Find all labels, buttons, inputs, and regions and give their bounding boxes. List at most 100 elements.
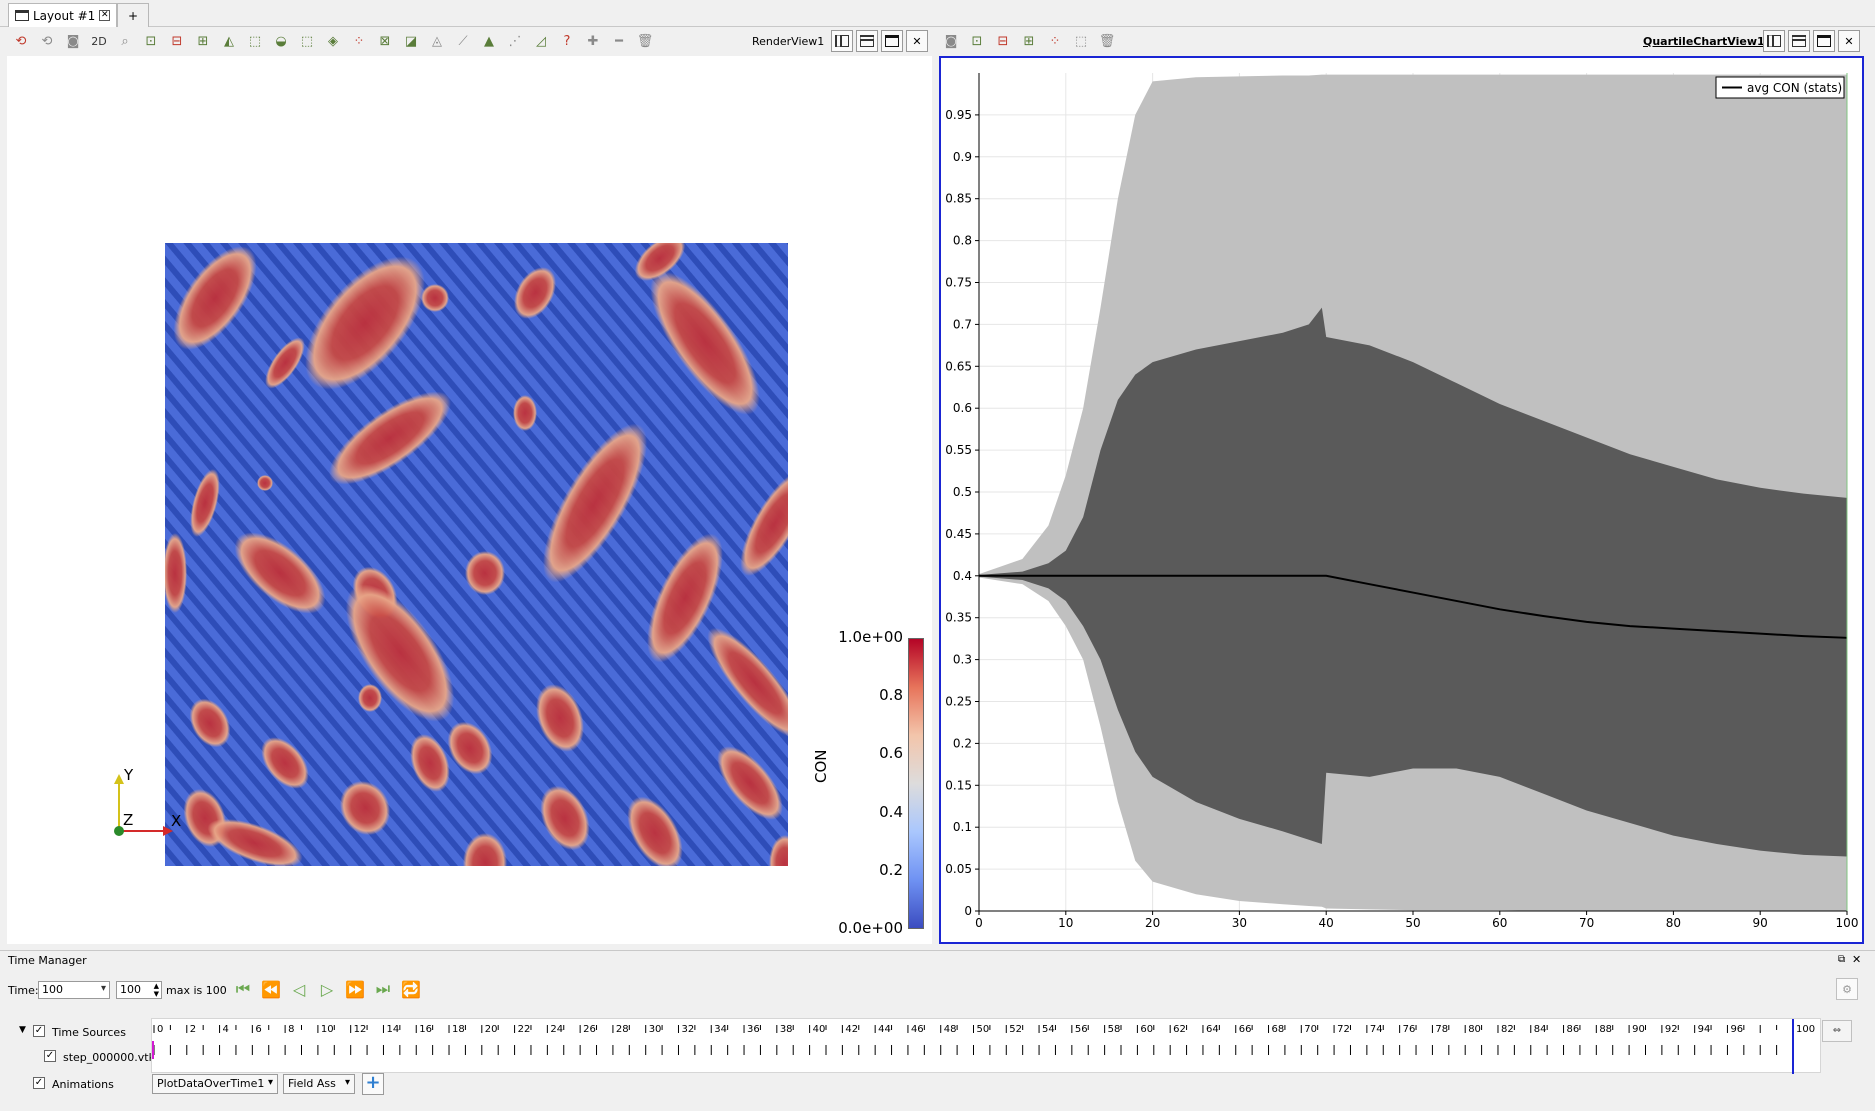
interactive-select-points-icon[interactable]: ⁘: [348, 30, 370, 52]
timeline-tick-label: 60: [1140, 1024, 1153, 1035]
render-view[interactable]: Y Z X CON 1.0e+00 0.8 0.6 0.4 0.2 0.0e+0…: [7, 56, 932, 944]
play-icon[interactable]: ▷: [314, 978, 340, 1000]
chart-select-polygon-icon[interactable]: ⁘: [1044, 30, 1066, 52]
add-selection-icon[interactable]: ✚: [582, 30, 604, 52]
subtract-selection-icon[interactable]: ━: [608, 30, 630, 52]
select-blocks-icon[interactable]: ⬚: [296, 30, 318, 52]
timeline-tick-label: 86: [1567, 1024, 1580, 1035]
select-points-frustum-icon[interactable]: ◭: [218, 30, 240, 52]
timeline-tick-label: 76: [1403, 1024, 1416, 1035]
chart-maximize-view-button[interactable]: [1813, 30, 1835, 52]
extract-selection-icon[interactable]: ▲: [478, 30, 500, 52]
time-sources-label: Time Sources: [52, 1026, 126, 1039]
chart-clear-selection-icon[interactable]: 🗑: [1096, 30, 1118, 52]
interactive-select-cells-icon[interactable]: ◈: [322, 30, 344, 52]
chart-select-add-icon[interactable]: ⊞: [1018, 30, 1040, 52]
select-polygon-points-icon[interactable]: ◒: [270, 30, 292, 52]
timeline-tick-label: 42: [845, 1024, 858, 1035]
next-frame-icon[interactable]: ⏩: [342, 978, 368, 1000]
add-layout-tab-button[interactable]: +: [117, 3, 150, 27]
reverse-play-icon[interactable]: ◁: [286, 978, 312, 1000]
close-panel-icon[interactable]: ✕: [1852, 953, 1861, 966]
capture-screenshot-icon[interactable]: ◙: [62, 30, 84, 52]
add-animation-track-button[interactable]: +: [362, 1073, 384, 1095]
timeline-tick-label: 4: [223, 1024, 229, 1035]
chart-split-vertical-button[interactable]: [1788, 30, 1810, 52]
concentration-field-image[interactable]: [165, 243, 788, 866]
close-view-button[interactable]: ✕: [906, 30, 928, 52]
y-tick-label: 0.5: [953, 485, 972, 499]
chart-screenshot-icon[interactable]: ◙: [940, 30, 962, 52]
grow-selection-icon[interactable]: ◬: [426, 30, 448, 52]
quartile-chart-view[interactable]: 0 10 20 30 40 50 60 70 80 90 100 0 0.05 0.1 0.15 0.2 0.2…: [939, 56, 1864, 944]
float-panel-icon[interactable]: ⧉: [1838, 954, 1845, 965]
x-tick-label: 20: [1145, 916, 1160, 930]
collapse-time-sources-icon[interactable]: ▼: [19, 1025, 26, 1035]
concentration-blob: [421, 284, 449, 312]
time-step-spinbox[interactable]: 100 ▲ ▼: [116, 981, 162, 999]
concentration-blob: [358, 684, 382, 712]
time-sources-checkbox[interactable]: ✓: [33, 1025, 45, 1037]
layout-tab[interactable]: Layout #1 ✕: [8, 3, 118, 27]
y-tick-label: 0.3: [953, 653, 972, 667]
chart-close-view-button[interactable]: ✕: [1838, 30, 1860, 52]
select-polygon-cells-icon[interactable]: ⬚: [244, 30, 266, 52]
zoom-to-box-icon[interactable]: ⌕: [114, 30, 136, 52]
timeline-tick-label: 26: [583, 1024, 596, 1035]
query-selection-icon[interactable]: ?: [556, 30, 578, 52]
hover-points-icon[interactable]: ⊠: [374, 30, 396, 52]
reset-camera-icon[interactable]: ⟲: [10, 30, 32, 52]
colorbar-ticks: 1.0e+00 0.8 0.6 0.4 0.2 0.0e+00: [827, 628, 927, 937]
chart-select-icon[interactable]: ⊡: [966, 30, 988, 52]
timeline-tick-label: 82: [1501, 1024, 1514, 1035]
source-file-checkbox[interactable]: ✓: [44, 1050, 56, 1062]
timeline-tick-label: 8: [288, 1024, 294, 1035]
loop-icon[interactable]: 🔁: [398, 978, 424, 1000]
close-tab-icon[interactable]: ✕: [99, 10, 111, 21]
animation-source-dropdown[interactable]: PlotDataOverTime1: [152, 1074, 278, 1094]
reset-camera-closest-icon[interactable]: ⟲: [36, 30, 58, 52]
plot-selection-icon[interactable]: ⋰: [504, 30, 526, 52]
x-tick-label: 90: [1753, 916, 1768, 930]
last-frame-icon[interactable]: ⏭: [370, 978, 396, 1000]
chart-view-title: QuartileChartView1: [1643, 35, 1765, 48]
find-data-icon[interactable]: ◿: [530, 30, 552, 52]
colorbar-tick-label: 0.6: [879, 744, 903, 762]
chart-select-toggle-icon[interactable]: ⬚: [1070, 30, 1092, 52]
y-tick-label: 0.8: [953, 234, 972, 248]
timeline-tick-label: 48: [944, 1024, 957, 1035]
settings-gear-icon[interactable]: ⚙: [1836, 978, 1858, 1000]
timeline-lock-icon[interactable]: ⇔: [1822, 1020, 1852, 1042]
animations-checkbox[interactable]: ✓: [33, 1077, 45, 1089]
clear-selection-icon[interactable]: 🗑: [634, 30, 656, 52]
x-tick-label: 70: [1579, 916, 1594, 930]
select-cells-on-icon[interactable]: ⊡: [140, 30, 162, 52]
select-points-on-icon[interactable]: ⊟: [166, 30, 188, 52]
y-tick-label: 0.2: [953, 736, 972, 750]
chart-select-subtract-icon[interactable]: ⊟: [992, 30, 1014, 52]
maximize-view-button[interactable]: [881, 30, 903, 52]
max-time-text: max is 100: [166, 984, 227, 997]
timeline-track[interactable]: 0 2 4 6 8 10 12 14 16 18 20 22 24 26 28 30 32 34 36 38 40 42 4…: [151, 1018, 1821, 1074]
timeline-tick-label: 80: [1468, 1024, 1481, 1035]
animation-property-dropdown[interactable]: Field Ass: [283, 1074, 355, 1094]
shrink-selection-icon[interactable]: ⟋: [452, 30, 474, 52]
chart-view-frame-buttons: ✕: [1760, 28, 1860, 54]
timeline-tick-label: 0: [157, 1024, 163, 1035]
chart-split-horizontal-button[interactable]: [1763, 30, 1785, 52]
x-tick-label: 40: [1319, 916, 1334, 930]
toggle-2d-mode-button[interactable]: 2D: [88, 30, 110, 52]
previous-frame-icon[interactable]: ⏪: [258, 978, 284, 1000]
colorbar-tick-label: 0.4: [879, 803, 903, 821]
hover-cells-icon[interactable]: ◪: [400, 30, 422, 52]
split-horizontal-button[interactable]: [831, 30, 853, 52]
first-frame-icon[interactable]: ⏮: [230, 978, 256, 1000]
y-tick-label: 0.75: [945, 276, 972, 290]
select-cells-frustum-icon[interactable]: ⊞: [192, 30, 214, 52]
timeline-tick-label: 56: [1075, 1024, 1088, 1035]
timeline-tick-label: 38: [780, 1024, 793, 1035]
x-tick-label: 80: [1666, 916, 1681, 930]
time-combo[interactable]: 100: [38, 981, 110, 999]
quartile-chart[interactable]: 0 10 20 30 40 50 60 70 80 90 100 0 0.05 0.1 0.15 0.2 0.2…: [941, 58, 1862, 942]
split-vertical-button[interactable]: [856, 30, 878, 52]
